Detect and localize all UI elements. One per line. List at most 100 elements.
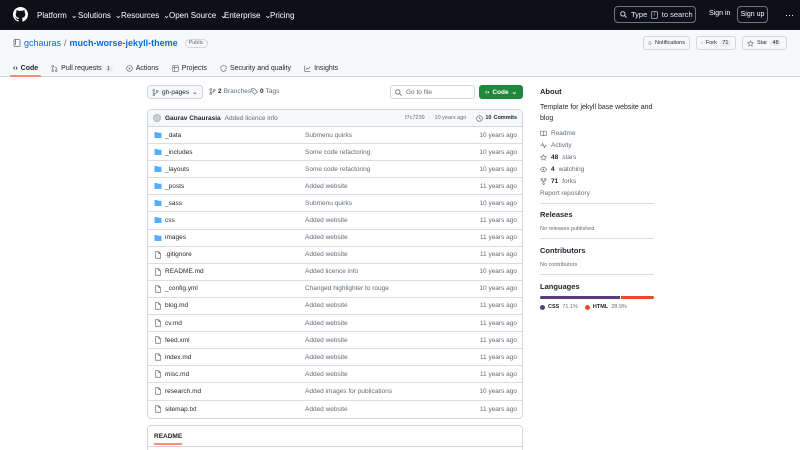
file-name-link[interactable]: _config.yml bbox=[165, 285, 198, 292]
file-name-link[interactable]: _layouts bbox=[165, 166, 189, 173]
file-commit-message[interactable]: Added website bbox=[305, 217, 348, 224]
file-commit-message[interactable]: Some code refactoring bbox=[305, 149, 370, 156]
file-commit-message[interactable]: Added images for publications bbox=[305, 388, 392, 395]
contributors-heading[interactable]: Contributors bbox=[540, 246, 654, 255]
file-name-link[interactable]: blog.md bbox=[165, 302, 188, 309]
commit-message[interactable]: Added licence info bbox=[225, 115, 278, 122]
file-name-link[interactable]: css bbox=[165, 217, 175, 224]
stars-link[interactable]: 48 stars bbox=[540, 151, 654, 163]
language-css[interactable]: CSS 71.1% bbox=[540, 304, 578, 310]
file-commit-message[interactable]: Added website bbox=[305, 406, 348, 413]
file-name-link[interactable]: misc.md bbox=[165, 371, 189, 378]
repo-owner-link[interactable]: gchauras bbox=[24, 38, 61, 48]
branches-link[interactable]: 2 Branches bbox=[209, 88, 251, 95]
tab-projects[interactable]: Projects bbox=[172, 60, 207, 77]
file-commit-message[interactable]: Changed highlighter to rouge bbox=[305, 285, 389, 292]
file-name-link[interactable]: research.md bbox=[165, 388, 201, 395]
nav-label: Enterprise bbox=[224, 10, 261, 20]
nav-platform[interactable]: Platform ⌄ bbox=[37, 0, 78, 30]
file-commit-message[interactable]: Added website bbox=[305, 302, 348, 309]
watchers-link[interactable]: 4 watching bbox=[540, 163, 654, 175]
github-logo-icon[interactable] bbox=[13, 7, 28, 22]
file-name-link[interactable]: feed.xml bbox=[165, 337, 190, 344]
file-commit-message[interactable]: Added website bbox=[305, 354, 348, 361]
star-count: 48 bbox=[770, 40, 782, 46]
file-row: index.md Added website 11 years ago bbox=[148, 349, 522, 367]
report-repository-link[interactable]: Report repository bbox=[540, 187, 654, 199]
nav-pricing[interactable]: Pricing bbox=[270, 0, 294, 30]
latest-commit: Gaurav Chaurasia Added licence info f7c7… bbox=[148, 110, 522, 127]
nav-open-source[interactable]: Open Source ⌄ bbox=[169, 0, 227, 30]
star-button[interactable]: Star 48 bbox=[742, 36, 787, 50]
file-commit-message[interactable]: Submenu quirks bbox=[305, 200, 352, 207]
file-commit-message[interactable]: Added website bbox=[305, 337, 348, 344]
file-commit-age: 10 years ago bbox=[479, 165, 517, 173]
repo-name-link[interactable]: much-worse-jekyll-theme bbox=[70, 38, 178, 48]
code-button[interactable]: ‹› Code ⌄ bbox=[479, 85, 523, 99]
language-bar-segment bbox=[621, 296, 654, 299]
file-name-link[interactable]: _includes bbox=[165, 149, 192, 156]
nav-resources[interactable]: Resources ⌄ bbox=[121, 0, 170, 30]
file-name-link[interactable]: sitemap.txt bbox=[165, 406, 196, 413]
folder-icon bbox=[154, 166, 162, 173]
file-commit-message[interactable]: Added licence info bbox=[305, 268, 358, 275]
file-row: README.md Added licence info 10 years ago bbox=[148, 264, 522, 281]
tab-insights[interactable]: Insights bbox=[304, 60, 338, 77]
chevron-down-icon: ⌄ bbox=[511, 89, 518, 96]
file-commit-message[interactable]: Added website bbox=[305, 251, 348, 258]
readme-link[interactable]: Readme bbox=[540, 127, 654, 139]
repo-separator: / bbox=[64, 38, 67, 48]
commit-author[interactable]: Gaurav Chaurasia bbox=[165, 115, 221, 122]
forks-link[interactable]: 71 forks bbox=[540, 175, 654, 187]
tags-count: 0 bbox=[260, 88, 264, 95]
file-commit-message[interactable]: Added website bbox=[305, 320, 348, 327]
branch-selector[interactable]: gh-pages ⌄ bbox=[147, 85, 203, 99]
file-commit-message[interactable]: Added website bbox=[305, 234, 348, 241]
sign-up-button[interactable]: Sign up bbox=[737, 6, 768, 23]
file-name-link[interactable]: cv.md bbox=[165, 320, 182, 327]
tab-security[interactable]: Security and quality bbox=[220, 60, 291, 77]
file-name-link[interactable]: _data bbox=[165, 132, 181, 139]
file-name-link[interactable]: images bbox=[165, 234, 186, 241]
fork-button[interactable]: Fork 71 bbox=[696, 36, 736, 50]
tab-code[interactable]: ‹› Code bbox=[9, 60, 42, 77]
readme-tab[interactable]: README bbox=[154, 433, 183, 445]
notifications-label: Notifications bbox=[655, 40, 685, 46]
nav-enterprise[interactable]: Enterprise ⌄ bbox=[224, 0, 271, 30]
notifications-button[interactable]: Notifications bbox=[643, 36, 690, 50]
language-percent: 71.1% bbox=[562, 304, 578, 310]
folder-icon bbox=[154, 132, 162, 138]
divider bbox=[148, 446, 522, 447]
file-commit-message[interactable]: Added website bbox=[305, 183, 348, 190]
tab-actions[interactable]: Actions bbox=[126, 60, 159, 77]
file-commit-message[interactable]: Added website bbox=[305, 371, 348, 378]
go-to-file-input[interactable]: Go to file bbox=[390, 85, 475, 99]
tags-link[interactable]: 0 Tags bbox=[251, 88, 279, 95]
file-commit-message[interactable]: Submenu quirks bbox=[305, 132, 352, 139]
commits-link[interactable]: 10 Commits bbox=[476, 114, 517, 122]
file-commit-age: 10 years ago bbox=[479, 268, 517, 276]
search-input[interactable]: Type / to search bbox=[614, 6, 696, 23]
file-name-link[interactable]: README.md bbox=[165, 268, 204, 275]
nav-solutions[interactable]: Solutions ⌄ bbox=[78, 0, 122, 30]
languages-section: Languages bbox=[540, 282, 654, 291]
sign-in-link[interactable]: Sign in bbox=[709, 10, 730, 17]
forks-label: forks bbox=[562, 177, 577, 185]
language-html[interactable]: HTML 28.9% bbox=[584, 304, 627, 310]
tab-pull-requests[interactable]: Pull requests 1 bbox=[51, 60, 113, 77]
file-name-link[interactable]: .gitignore bbox=[165, 251, 192, 258]
language-bar-segment bbox=[540, 296, 621, 299]
activity-link[interactable]: Activity bbox=[540, 139, 654, 151]
folder-icon bbox=[154, 183, 162, 190]
file-commit-message[interactable]: Some code refactoring bbox=[305, 166, 370, 173]
file-name-link[interactable]: index.md bbox=[165, 354, 191, 361]
book-icon bbox=[540, 130, 547, 136]
releases-heading[interactable]: Releases bbox=[540, 210, 654, 219]
avatar[interactable] bbox=[153, 114, 161, 122]
pull-request-icon bbox=[51, 65, 58, 72]
tags-label: Tags bbox=[265, 88, 280, 95]
commit-hash[interactable]: f7c7239 bbox=[405, 115, 425, 121]
file-name-link[interactable]: _sass bbox=[165, 200, 182, 207]
file-name-link[interactable]: _posts bbox=[165, 183, 184, 190]
menu-icon[interactable]: ⋯ bbox=[785, 10, 794, 21]
